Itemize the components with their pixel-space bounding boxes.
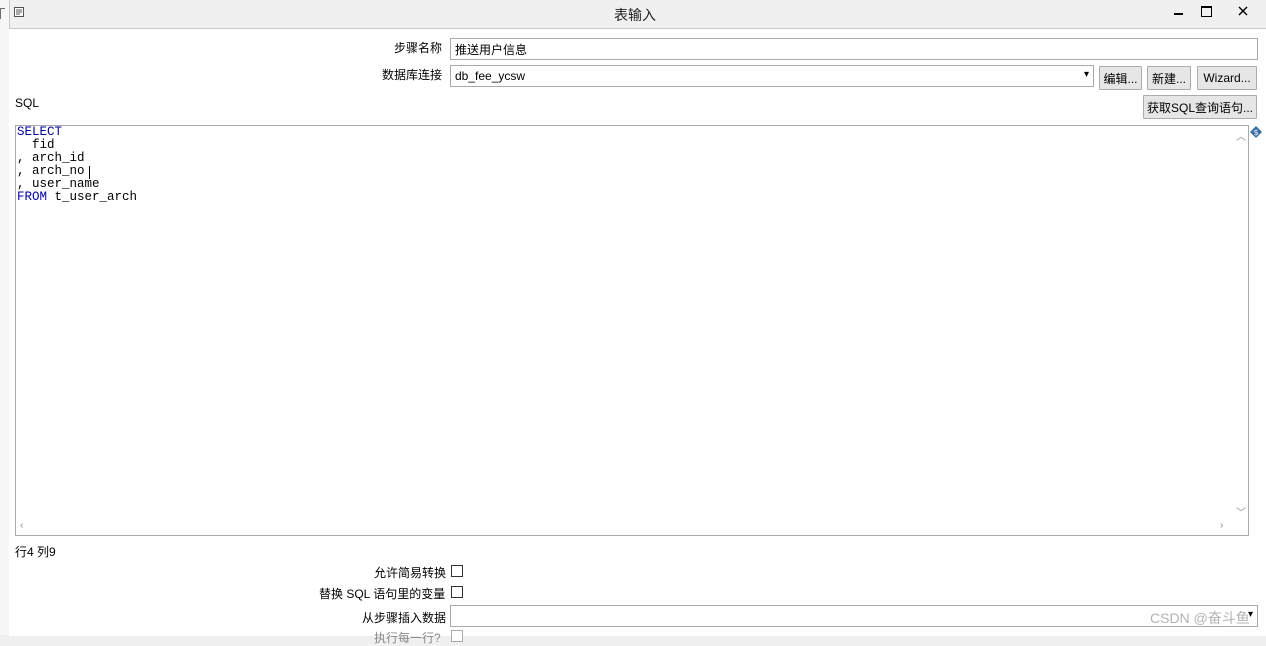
db-connection-select[interactable]: db_fee_ycsw ▾ [450, 65, 1094, 87]
window-title: 表输入 [614, 7, 656, 23]
maximize-icon [1200, 5, 1212, 17]
chevron-down-icon: ▾ [1083, 69, 1089, 80]
execute-each-row-label: 执行每一行? [374, 631, 441, 645]
cursor-position: 行4 列9 [15, 545, 56, 559]
get-sql-button[interactable]: 获取SQL查询语句... [1143, 95, 1257, 119]
horizontal-scrollbar[interactable]: ‹ › [16, 519, 1233, 534]
replace-variables-checkbox[interactable] [451, 586, 463, 598]
close-button[interactable] [1228, 0, 1258, 22]
sql-label: SQL [15, 96, 40, 110]
sql-text: , arch_id [17, 151, 85, 165]
watermark: CSDN @奋斗鱼 [1150, 610, 1250, 626]
replace-variables-label: 替换 SQL 语句里的变量 [319, 587, 446, 601]
maximize-button[interactable] [1192, 0, 1220, 22]
sql-text: , user_name [17, 177, 100, 191]
sql-text: , arch_no [17, 164, 85, 178]
minimize-button[interactable] [1164, 0, 1192, 22]
insert-from-step-label: 从步骤插入数据 [362, 611, 447, 625]
sql-text: fid [17, 138, 55, 152]
db-connection-value: db_fee_ycsw [455, 69, 526, 83]
variable-hint-icon: $ [1250, 126, 1262, 141]
wizard-button[interactable]: Wizard... [1197, 66, 1257, 90]
lazy-conversion-checkbox[interactable] [451, 565, 463, 577]
sql-editor[interactable] [15, 125, 1249, 536]
svg-text:$: $ [1253, 128, 1258, 137]
step-name-input[interactable] [450, 38, 1258, 60]
new-connection-button[interactable]: 新建... [1147, 66, 1191, 90]
scroll-right-icon[interactable]: › [1220, 520, 1223, 531]
insert-from-step-select[interactable]: ▾ [450, 605, 1258, 627]
step-name-label: 步骤名称 [394, 41, 443, 55]
sql-text: t_user_arch [47, 190, 138, 204]
execute-each-row-checkbox[interactable] [451, 630, 463, 642]
scroll-up-icon[interactable]: ︿ [1236, 128, 1246, 143]
scroll-left-icon[interactable]: ‹ [20, 520, 23, 531]
db-connection-label: 数据库连接 [382, 68, 443, 82]
sql-keyword: FROM [17, 190, 48, 204]
text-cursor [89, 166, 90, 179]
lazy-conversion-label: 允许简易转换 [374, 566, 447, 580]
window-icon [14, 7, 25, 18]
vertical-scrollbar[interactable]: ︿ ﹀ [1233, 126, 1248, 519]
sql-code[interactable]: SELECT fid, arch_id, arch_no, user_name F… [17, 126, 137, 204]
close-icon [1238, 6, 1248, 16]
sql-keyword: SELECT [17, 125, 63, 139]
scroll-down-icon[interactable]: ﹀ [1236, 504, 1246, 519]
minimize-icon [1173, 13, 1183, 15]
sql-line: FROM t_user_arch [17, 191, 137, 204]
edit-connection-button[interactable]: 编辑... [1099, 66, 1142, 90]
